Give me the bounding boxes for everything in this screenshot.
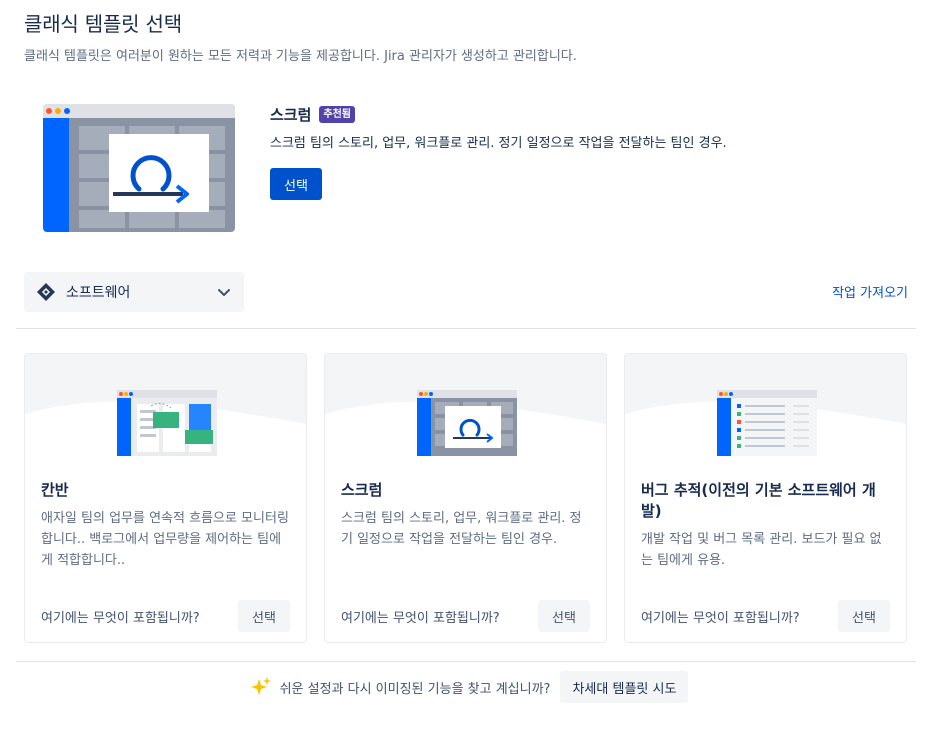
select-button[interactable]: 선택 (238, 600, 290, 632)
template-card-scrum[interactable]: 스크럼 스크럼 팀의 스토리, 업무, 워크플로 관리. 정기 일정으로 작업을… (324, 353, 607, 643)
page-subtitle: 클래식 템플릿은 여러분이 원하는 모든 저력과 기능을 제공합니다. Jira… (24, 49, 577, 64)
card-title: 칸반 (41, 481, 69, 499)
jira-software-icon (36, 282, 56, 302)
whats-included-link[interactable]: 여기에는 무엇이 포함됩니까? (641, 607, 800, 626)
featured-select-button[interactable]: 선택 (270, 168, 322, 200)
try-next-gen-button[interactable]: 차세대 템플릿 시도 (560, 671, 689, 703)
whats-included-link[interactable]: 여기에는 무엇이 포함됩니까? (341, 607, 500, 626)
card-footer: 여기에는 무엇이 포함됩니까? 선택 (341, 600, 590, 632)
page-title: 클래식 템플릿 선택 (24, 12, 182, 36)
footer-prompt: 쉬운 설정과 다시 이미징된 기능을 찾고 계십니까? (279, 681, 551, 697)
sparkle-icon (250, 676, 272, 698)
card-title: 스크럼 (341, 481, 383, 499)
featured-title: 스크럼 (270, 106, 312, 124)
scrum-board-illustration (417, 390, 517, 456)
divider (16, 661, 916, 662)
card-footer: 여기에는 무엇이 포함됩니까? 선택 (41, 600, 290, 632)
category-dropdown[interactable]: 소프트웨어 (24, 272, 244, 312)
card-description: 스크럼 팀의 스토리, 업무, 워크플로 관리. 정기 일정으로 작업을 전달하… (341, 511, 582, 547)
select-button[interactable]: 선택 (838, 600, 890, 632)
chevron-down-icon (216, 284, 232, 300)
import-work-link[interactable]: 작업 가져오기 (832, 282, 908, 301)
recommended-badge: 추천됨 (319, 106, 356, 123)
featured-template-illustration (43, 104, 235, 232)
card-description: 개발 작업 및 버그 목록 관리. 보드가 필요 없는 팀에게 유용. (641, 532, 882, 568)
card-title: 버그 추적(이전의 기본 소프트웨어 개발) (641, 481, 876, 520)
category-dropdown-value: 소프트웨어 (66, 285, 131, 301)
template-card-bug-tracking[interactable]: 버그 추적(이전의 기본 소프트웨어 개발) 개발 작업 및 버그 목록 관리.… (624, 353, 907, 643)
select-button[interactable]: 선택 (538, 600, 590, 632)
featured-description: 스크럼 팀의 스토리, 업무, 워크플로 관리. 정기 일정으로 작업을 전달하… (270, 136, 727, 151)
whats-included-link[interactable]: 여기에는 무엇이 포함됩니까? (41, 607, 200, 626)
featured-title-row: 스크럼 추천됨 (270, 104, 356, 125)
issue-list-illustration (717, 390, 817, 456)
kanban-board-illustration (117, 390, 217, 456)
next-gen-footer: 쉬운 설정과 다시 이미징된 기능을 찾고 계십니까? 차세대 템플릿 시도 (0, 671, 938, 703)
divider (16, 328, 916, 329)
template-card-kanban[interactable]: 칸반 애자일 팀의 업무를 연속적 흐름으로 모니터링합니다.. 백로그에서 업… (24, 353, 307, 643)
card-description: 애자일 팀의 업무를 연속적 흐름으로 모니터링합니다.. 백로그에서 업무량을… (41, 511, 289, 568)
card-footer: 여기에는 무엇이 포함됩니까? 선택 (641, 600, 890, 632)
